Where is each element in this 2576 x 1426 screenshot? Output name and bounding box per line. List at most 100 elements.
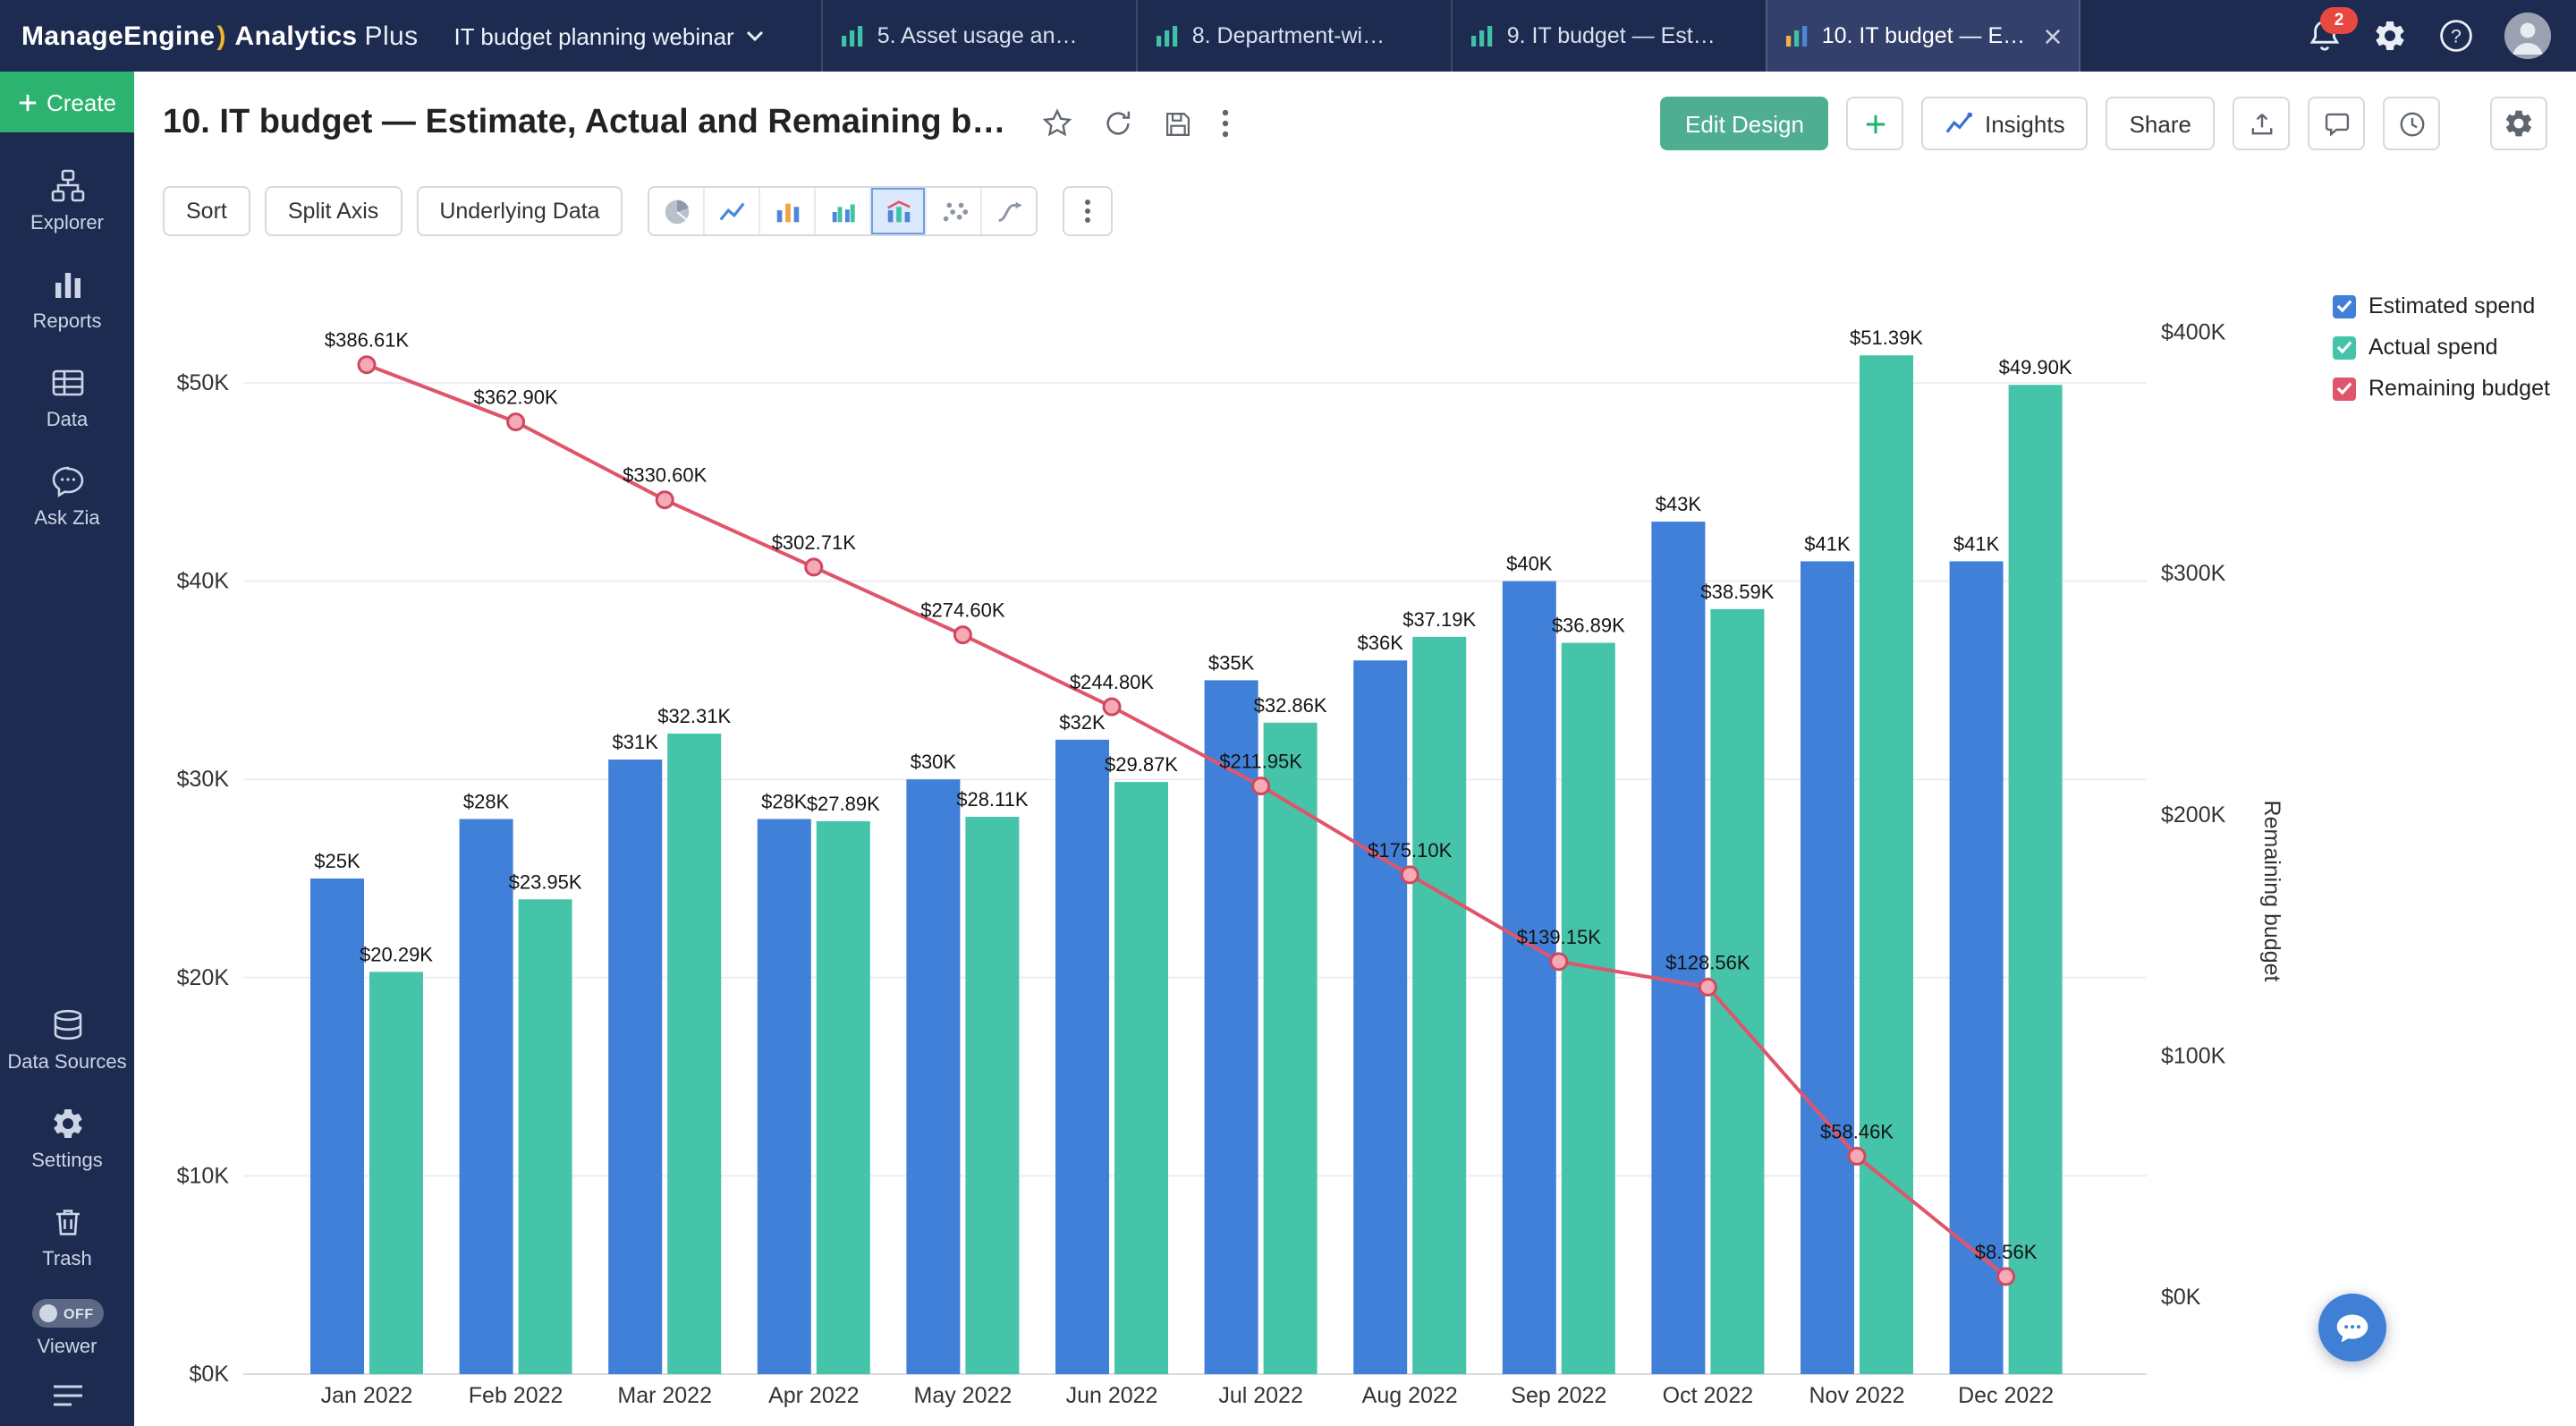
bar-estimated-spend[interactable]	[460, 819, 513, 1374]
chart-options-kebab-button[interactable]	[1063, 186, 1114, 236]
toggle-state-label: OFF	[64, 1305, 94, 1321]
sidebar-item-ask-zia[interactable]: Ask Zia	[0, 446, 134, 544]
bar-estimated-spend[interactable]	[310, 879, 364, 1374]
bar-actual-spend[interactable]	[965, 817, 1019, 1374]
line-point[interactable]	[1402, 867, 1418, 883]
sidebar-item-explorer[interactable]: Explorer	[0, 150, 134, 249]
share-button[interactable]: Share	[2106, 97, 2215, 150]
chevron-down-icon	[747, 30, 765, 41]
line-chart-icon	[717, 196, 748, 226]
tab-asset-usage[interactable]: 5. Asset usage an…	[822, 0, 1137, 72]
chat-icon	[2334, 1311, 2370, 1345]
line-point[interactable]	[1699, 979, 1716, 995]
tab-it-budget-9[interactable]: 9. IT budget — Est…	[1452, 0, 1767, 72]
bar-estimated-spend[interactable]	[758, 819, 811, 1374]
page-title: 10. IT budget — Estimate, Actual and Rem…	[163, 104, 1005, 143]
bar-data-label: $29.87K	[1105, 753, 1178, 776]
line-point[interactable]	[806, 559, 822, 575]
workspace-selector[interactable]: IT budget planning webinar	[436, 22, 783, 49]
insights-button[interactable]: Insights	[1922, 97, 2089, 150]
trash-icon	[49, 1204, 85, 1240]
notification-badge: 2	[2320, 7, 2358, 34]
legend-item-actual-spend[interactable]: Actual spend	[2333, 335, 2550, 360]
tab-department-wise[interactable]: 8. Department-wi…	[1137, 0, 1452, 72]
viewer-toggle[interactable]: OFF	[31, 1299, 103, 1328]
bar-actual-spend[interactable]	[667, 734, 721, 1374]
line-data-label: $330.60K	[623, 464, 708, 487]
chart-type-pie[interactable]	[650, 188, 704, 234]
bar-estimated-spend[interactable]	[1503, 581, 1556, 1374]
line-point[interactable]	[359, 357, 375, 373]
bar-estimated-spend[interactable]	[1651, 522, 1705, 1374]
sidebar-item-data-sources[interactable]: Data Sources	[0, 989, 134, 1088]
zia-chat-fab[interactable]	[2318, 1294, 2386, 1362]
sort-button[interactable]: Sort	[163, 186, 250, 236]
sidebar-item-label: Settings	[31, 1150, 103, 1172]
bar-actual-spend[interactable]	[1710, 609, 1764, 1374]
line-point[interactable]	[1551, 954, 1567, 970]
line-point[interactable]	[954, 627, 970, 643]
bar-data-label: $25K	[314, 850, 360, 872]
bar-estimated-spend[interactable]	[608, 760, 662, 1374]
create-button[interactable]: Create	[0, 72, 134, 132]
sidebar-item-trash[interactable]: Trash	[0, 1186, 134, 1285]
bar-chart-icon	[1157, 25, 1180, 47]
chart-type-bar[interactable]	[759, 188, 815, 234]
line-point[interactable]	[508, 414, 524, 430]
favorite-star-button[interactable]	[1041, 107, 1073, 140]
chart-type-grouped-bar[interactable]	[815, 188, 870, 234]
tab-close-icon[interactable]	[2046, 28, 2062, 44]
legend-item-estimated-spend[interactable]: Estimated spend	[2333, 293, 2550, 318]
notifications-button[interactable]: 2	[2308, 18, 2342, 54]
line-point[interactable]	[1253, 778, 1269, 794]
add-button[interactable]	[1847, 97, 1904, 150]
avatar-icon	[2504, 13, 2551, 59]
bar-actual-spend[interactable]	[1264, 723, 1318, 1374]
admin-settings-button[interactable]	[2372, 18, 2408, 54]
history-button[interactable]	[2383, 97, 2440, 150]
line-point[interactable]	[1104, 699, 1120, 715]
bar-estimated-spend[interactable]	[1205, 680, 1258, 1374]
legend-item-remaining-budget[interactable]: Remaining budget	[2333, 376, 2550, 401]
bar-actual-spend[interactable]	[1860, 355, 1913, 1374]
title-more-options-button[interactable]	[1222, 109, 1229, 138]
chart-type-line[interactable]	[704, 188, 759, 234]
tab-it-budget-10-active[interactable]: 10. IT budget — E…	[1767, 0, 2081, 72]
bar-estimated-spend[interactable]	[1353, 660, 1407, 1374]
split-axis-button[interactable]: Split Axis	[265, 186, 402, 236]
edit-design-button[interactable]: Edit Design	[1660, 97, 1829, 150]
sidebar-item-data[interactable]: Data	[0, 347, 134, 446]
viewer-mode-block: OFF Viewer	[31, 1285, 103, 1372]
sidebar-item-label: Trash	[42, 1249, 91, 1270]
chart-type-flow[interactable]	[981, 188, 1037, 234]
bar-actual-spend[interactable]	[1412, 637, 1466, 1374]
bar-estimated-spend[interactable]	[906, 779, 960, 1374]
sidebar-collapse-button[interactable]	[51, 1383, 83, 1408]
explorer-icon	[49, 168, 85, 204]
bar-actual-spend[interactable]	[817, 821, 870, 1374]
chart-type-combo-selected[interactable]	[870, 188, 926, 234]
bar-chart-icon	[842, 25, 865, 47]
sidebar-item-reports[interactable]: Reports	[0, 249, 134, 347]
bar-data-label: $28K	[761, 791, 808, 813]
line-point[interactable]	[1849, 1148, 1865, 1164]
line-point[interactable]	[657, 492, 673, 508]
bar-actual-spend[interactable]	[519, 899, 572, 1374]
bar-actual-spend[interactable]	[369, 972, 423, 1374]
line-point[interactable]	[1998, 1269, 2014, 1285]
export-button[interactable]	[2233, 97, 2290, 150]
bar-estimated-spend[interactable]	[1055, 740, 1109, 1374]
user-avatar[interactable]	[2504, 13, 2551, 59]
bar-actual-spend[interactable]	[2009, 385, 2063, 1374]
refresh-button[interactable]	[1102, 107, 1134, 140]
chart-type-scatter[interactable]	[926, 188, 981, 234]
bar-estimated-spend[interactable]	[1801, 561, 1854, 1374]
save-button[interactable]	[1163, 108, 1193, 139]
bar-actual-spend[interactable]	[1562, 643, 1615, 1374]
view-settings-button[interactable]	[2490, 97, 2547, 150]
bar-actual-spend[interactable]	[1114, 782, 1168, 1374]
sidebar-item-settings[interactable]: Settings	[0, 1088, 134, 1186]
comments-button[interactable]	[2308, 97, 2365, 150]
underlying-data-button[interactable]: Underlying Data	[416, 186, 623, 236]
help-button[interactable]: ?	[2438, 18, 2474, 54]
